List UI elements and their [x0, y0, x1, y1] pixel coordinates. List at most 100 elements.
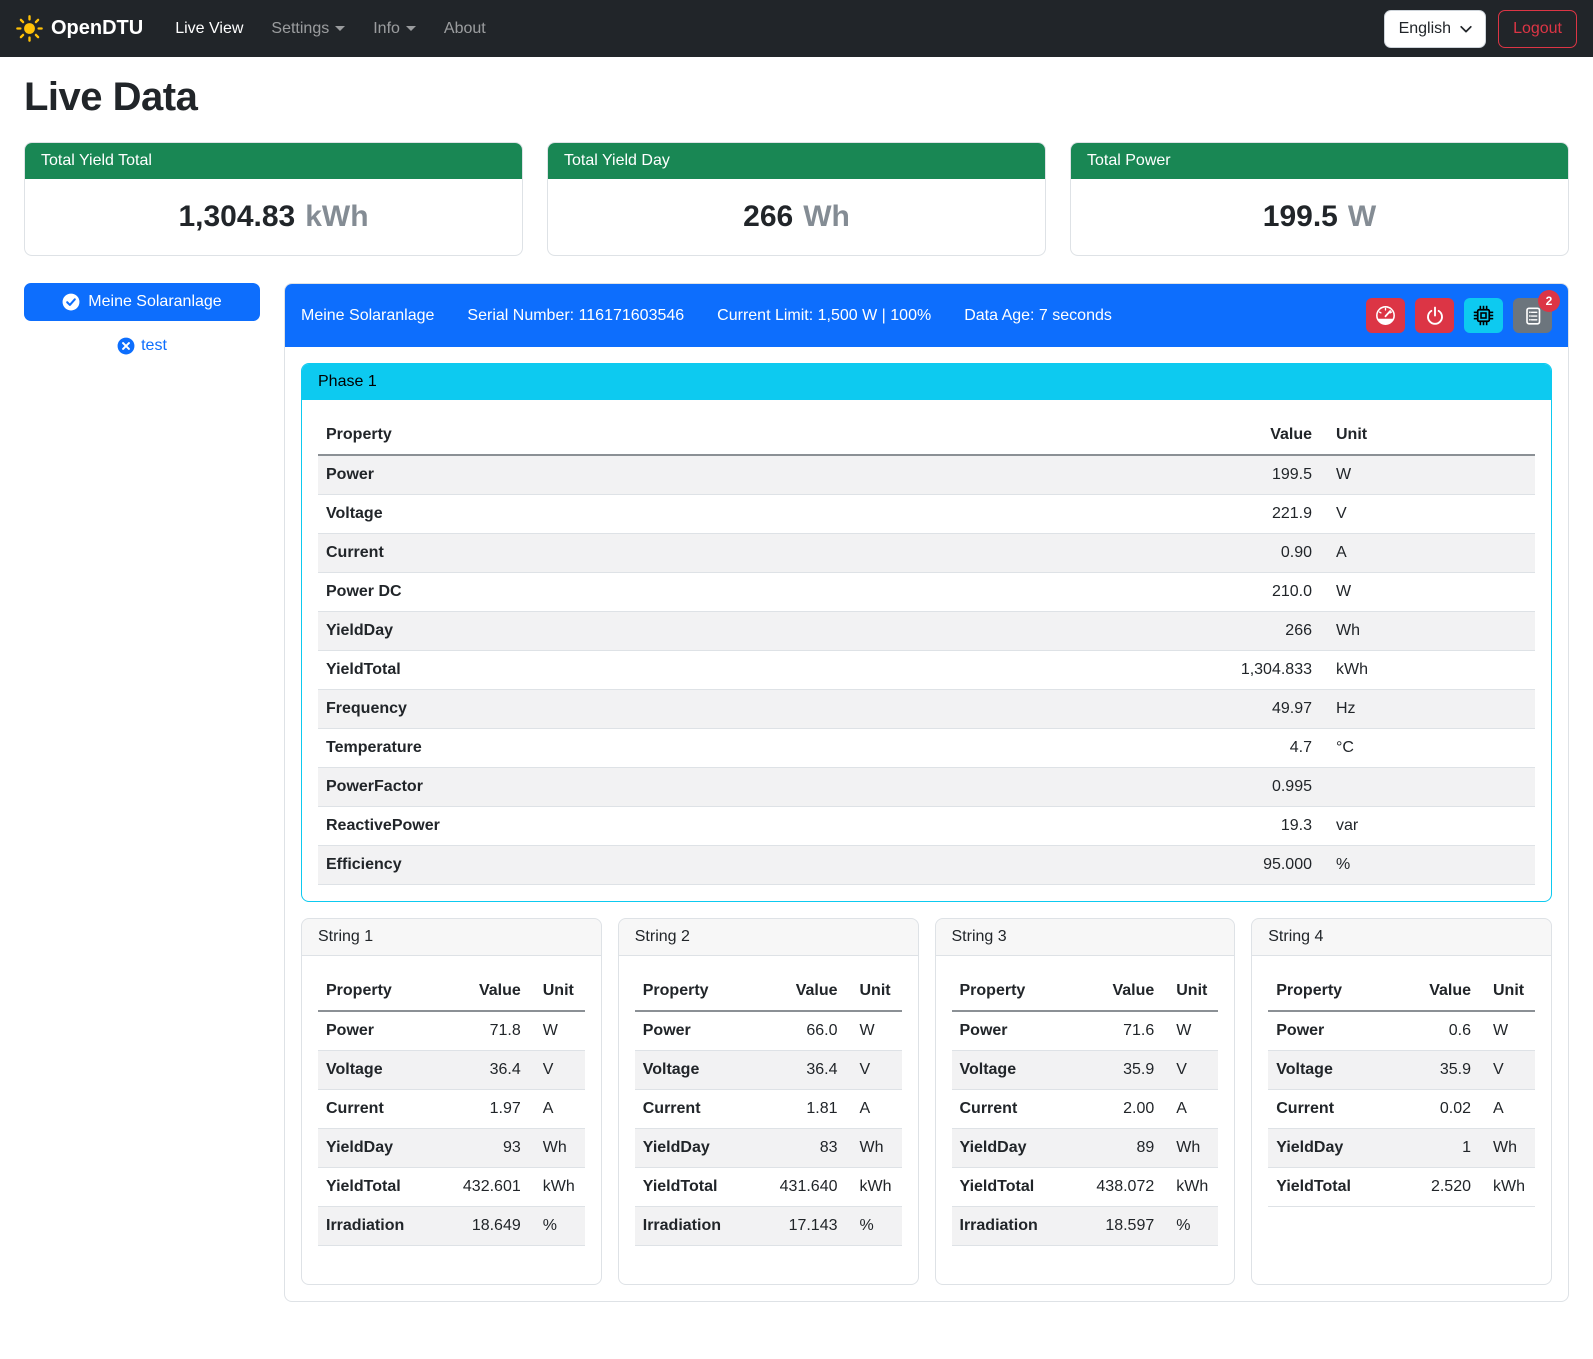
unit-cell: kWh	[846, 1168, 902, 1207]
property-cell: Power	[635, 1011, 756, 1051]
column-header-value: Value	[1389, 972, 1479, 1011]
total-yield-day-value: 266	[743, 200, 793, 234]
column-header-property: Property	[1268, 972, 1389, 1011]
logout-button[interactable]: Logout	[1498, 10, 1577, 48]
unit-cell: %	[1162, 1207, 1218, 1246]
string-2-title: String 2	[619, 919, 918, 956]
unit-cell: W	[529, 1011, 585, 1051]
table-row: YieldTotal431.640kWh	[635, 1168, 902, 1207]
table-row: Power66.0W	[635, 1011, 902, 1051]
inverter-item-test[interactable]: test	[117, 337, 167, 355]
device-info-button[interactable]	[1464, 298, 1503, 333]
unit-cell: kWh	[1162, 1168, 1218, 1207]
event-log-button[interactable]: 2	[1513, 298, 1552, 333]
property-cell: Frequency	[318, 690, 1170, 729]
table-row: Temperature4.7°C	[318, 729, 1535, 768]
string-2-table: PropertyValueUnit Power66.0WVoltage36.4V…	[635, 972, 902, 1246]
property-cell: YieldDay	[1268, 1129, 1389, 1168]
table-row: YieldDay89Wh	[952, 1129, 1219, 1168]
table-row: Current1.81A	[635, 1090, 902, 1129]
value-cell: 83	[756, 1129, 846, 1168]
unit-cell: Hz	[1320, 690, 1535, 729]
table-row: Voltage35.9V	[1268, 1051, 1535, 1090]
x-circle-icon	[117, 337, 135, 355]
limit-settings-button[interactable]	[1366, 298, 1405, 333]
column-header-unit: Unit	[1479, 972, 1535, 1011]
property-cell: Current	[318, 534, 1170, 573]
unit-cell: A	[1479, 1090, 1535, 1129]
value-cell: 1.97	[439, 1090, 529, 1129]
power-button[interactable]	[1415, 298, 1454, 333]
card-title: Total Yield Total	[25, 143, 522, 179]
value-cell: 4.7	[1170, 729, 1320, 768]
string-3-table: PropertyValueUnit Power71.6WVoltage35.9V…	[952, 972, 1219, 1246]
value-cell: 0.995	[1170, 768, 1320, 807]
property-cell: Irradiation	[318, 1207, 439, 1246]
unit-cell: °C	[1320, 729, 1535, 768]
table-row: Efficiency95.000%	[318, 846, 1535, 885]
total-power-value: 199.5	[1263, 200, 1338, 234]
card-total-power: Total Power 199.5 W	[1070, 142, 1569, 256]
string-1-title: String 1	[302, 919, 601, 956]
property-cell: Efficiency	[318, 846, 1170, 885]
table-row: Power71.6W	[952, 1011, 1219, 1051]
table-row: YieldTotal2.520kWh	[1268, 1168, 1535, 1207]
value-cell: 36.4	[439, 1051, 529, 1090]
property-cell: ReactivePower	[318, 807, 1170, 846]
card-total-yield-total: Total Yield Total 1,304.83 kWh	[24, 142, 523, 256]
value-cell: 71.6	[1072, 1011, 1162, 1051]
table-row: Current2.00A	[952, 1090, 1219, 1129]
strings-row: String 1 PropertyValueUnit Power71.8WVol…	[301, 918, 1552, 1285]
table-row: Power199.5W	[318, 455, 1535, 495]
inverter-panel: Meine Solaranlage Serial Number: 1161716…	[284, 283, 1569, 1302]
value-cell: 36.4	[756, 1051, 846, 1090]
value-cell: 0.6	[1389, 1011, 1479, 1051]
nav-item-settings[interactable]: Settings	[259, 12, 357, 46]
column-header-value: Value	[439, 972, 529, 1011]
inverter-selected-button[interactable]: Meine Solaranlage	[24, 283, 260, 321]
inverter-serial: Serial Number: 116171603546	[467, 307, 684, 325]
table-row: Irradiation18.597%	[952, 1207, 1219, 1246]
property-cell: PowerFactor	[318, 768, 1170, 807]
property-cell: Current	[952, 1090, 1073, 1129]
value-cell: 1	[1389, 1129, 1479, 1168]
property-cell: YieldTotal	[635, 1168, 756, 1207]
value-cell: 18.597	[1072, 1207, 1162, 1246]
value-cell: 18.649	[439, 1207, 529, 1246]
language-select[interactable]: English	[1384, 10, 1486, 48]
table-row: Frequency49.97Hz	[318, 690, 1535, 729]
value-cell: 89	[1072, 1129, 1162, 1168]
property-cell: Temperature	[318, 729, 1170, 768]
string-3-title: String 3	[936, 919, 1235, 956]
language-selected-label: English	[1399, 20, 1451, 38]
chevron-down-icon	[1459, 22, 1473, 36]
nav-item-about[interactable]: About	[432, 12, 498, 46]
unit-cell: V	[846, 1051, 902, 1090]
sun-icon	[16, 15, 43, 42]
column-header-property: Property	[318, 416, 1170, 455]
chevron-down-icon	[406, 26, 416, 31]
value-cell: 35.9	[1389, 1051, 1479, 1090]
unit-cell: A	[1320, 534, 1535, 573]
inverter-sidebar: Meine Solaranlage test	[24, 283, 260, 355]
table-row: YieldTotal438.072kWh	[952, 1168, 1219, 1207]
property-cell: Voltage	[318, 495, 1170, 534]
unit-cell: Wh	[529, 1129, 585, 1168]
column-header-value: Value	[756, 972, 846, 1011]
total-yield-day-unit: Wh	[803, 200, 850, 234]
table-header-row: PropertyValueUnit	[318, 416, 1535, 455]
value-cell: 199.5	[1170, 455, 1320, 495]
unit-cell: W	[1479, 1011, 1535, 1051]
navbar: OpenDTU Live View Settings Info About En…	[0, 0, 1593, 57]
value-cell: 432.601	[439, 1168, 529, 1207]
string-4-table: PropertyValueUnit Power0.6WVoltage35.9VC…	[1268, 972, 1535, 1207]
table-row: Power0.6W	[1268, 1011, 1535, 1051]
brand[interactable]: OpenDTU	[16, 15, 143, 42]
value-cell: 95.000	[1170, 846, 1320, 885]
string-3-card: String 3 PropertyValueUnit Power71.6WVol…	[935, 918, 1236, 1285]
table-row: Irradiation17.143%	[635, 1207, 902, 1246]
nav-item-info[interactable]: Info	[361, 12, 428, 46]
property-cell: Power DC	[318, 573, 1170, 612]
nav-item-live-view[interactable]: Live View	[163, 12, 255, 46]
table-row: Power DC210.0W	[318, 573, 1535, 612]
